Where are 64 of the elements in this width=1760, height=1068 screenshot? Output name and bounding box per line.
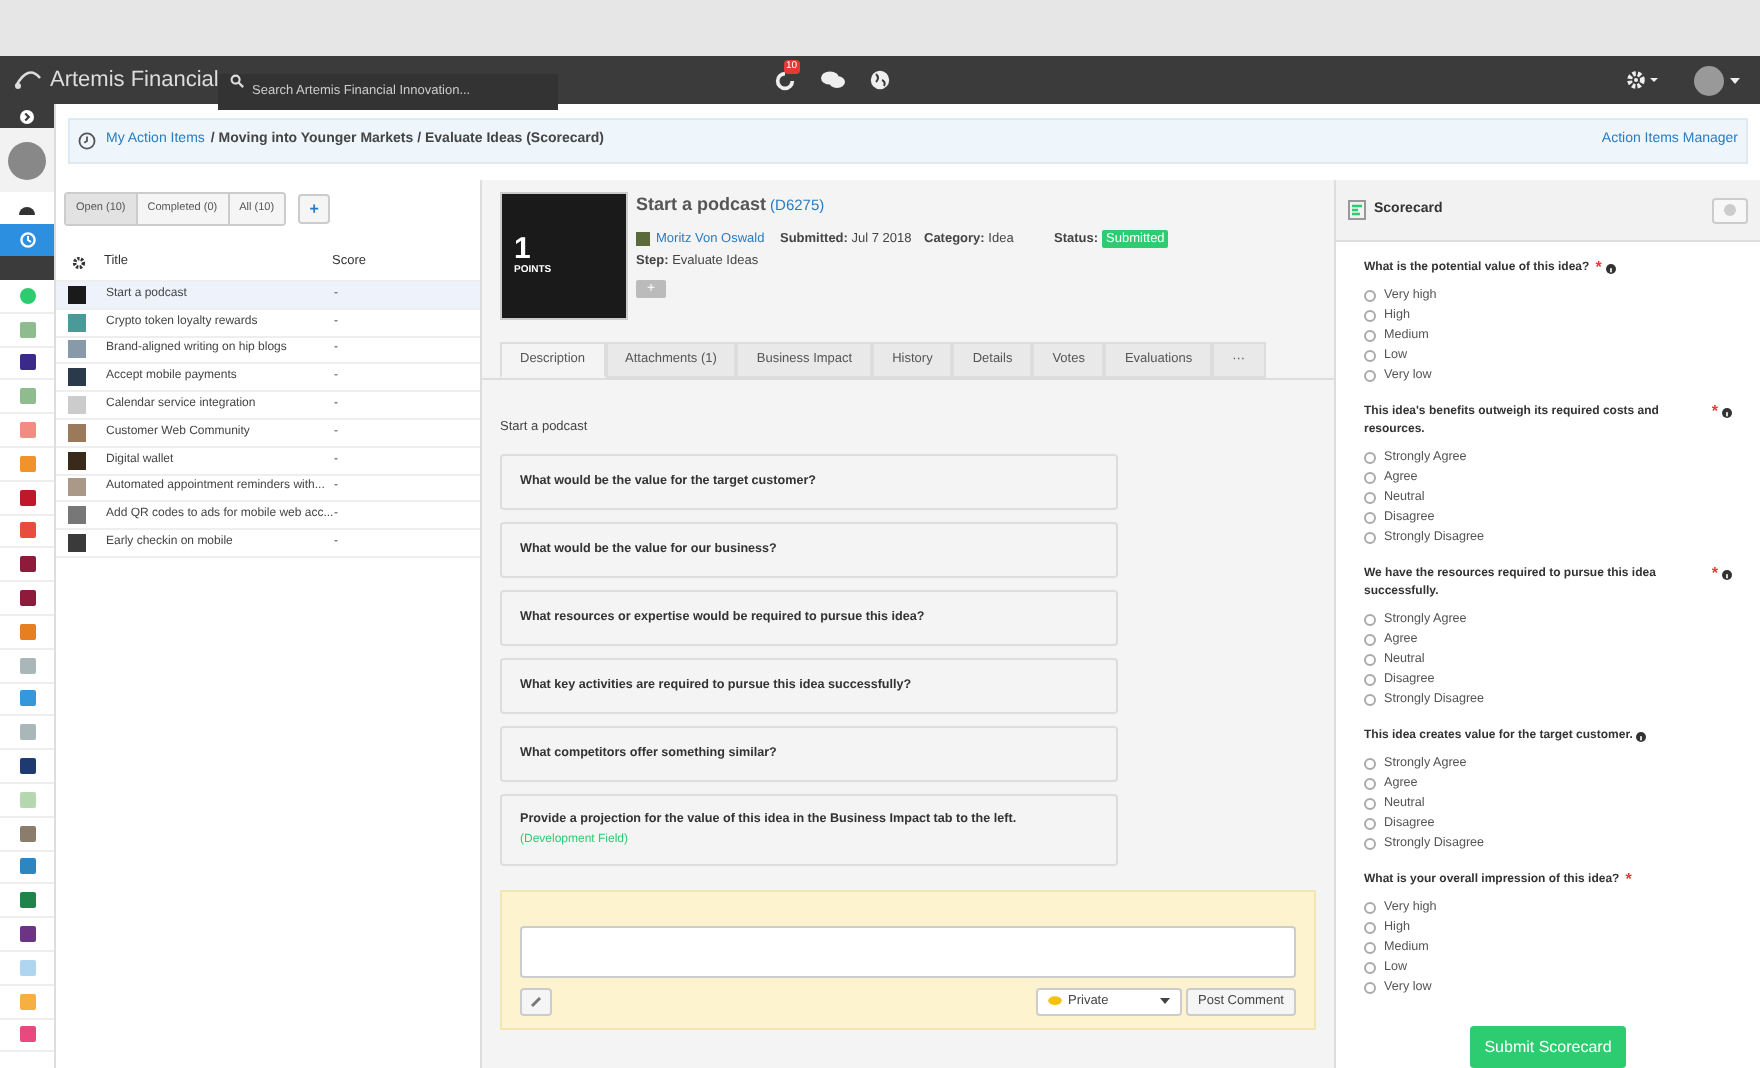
radio-button[interactable] — [1364, 492, 1376, 504]
refresh-icon[interactable] — [774, 69, 796, 91]
app-icon[interactable] — [19, 556, 35, 573]
app-icon[interactable] — [19, 926, 35, 943]
radio-button[interactable] — [1364, 370, 1376, 382]
idea-title: Start a podcast — [636, 192, 767, 218]
required-mark: * — [1711, 566, 1718, 582]
brand-name[interactable]: Artemis Financial — [50, 63, 218, 97]
radio-button[interactable] — [1364, 982, 1376, 994]
clock-icon — [19, 232, 35, 248]
scorecard-icon — [1348, 200, 1366, 220]
radio-button[interactable] — [1364, 614, 1376, 626]
attach-button[interactable] — [520, 987, 552, 1016]
radio-button[interactable] — [1364, 532, 1376, 544]
radio-button[interactable] — [1364, 902, 1376, 914]
author-avatar — [636, 231, 650, 246]
help-button[interactable] — [1712, 197, 1748, 223]
help-icon — [1724, 204, 1736, 216]
radio-button[interactable] — [1364, 310, 1376, 322]
search-icon — [230, 73, 244, 87]
app-icon[interactable] — [19, 590, 35, 607]
radio-button[interactable] — [1364, 330, 1376, 342]
settings-icon[interactable] — [72, 255, 86, 269]
clock-icon — [78, 132, 96, 150]
app-icon[interactable] — [19, 354, 35, 371]
radio-button[interactable] — [1364, 674, 1376, 686]
globe-icon[interactable] — [870, 70, 890, 90]
required-mark: * — [1625, 872, 1632, 888]
radio-button[interactable] — [1364, 654, 1376, 666]
radio-button[interactable] — [1364, 758, 1376, 770]
caret-icon[interactable] — [1730, 77, 1740, 83]
chat-icon[interactable] — [820, 70, 846, 90]
radio-button[interactable] — [1364, 512, 1376, 524]
add-button[interactable]: + — [298, 194, 331, 224]
dashboard-icon — [18, 201, 36, 215]
radio-button[interactable] — [1364, 472, 1376, 484]
required-mark: * — [1595, 260, 1602, 276]
radio-button[interactable] — [1364, 290, 1376, 302]
radio-button[interactable] — [1364, 818, 1376, 830]
speech-bubble-icon — [1048, 996, 1062, 1007]
app-icon[interactable] — [19, 892, 35, 909]
comment-field[interactable] — [520, 925, 1296, 978]
avatar[interactable] — [1694, 65, 1724, 95]
radio-button[interactable] — [1364, 778, 1376, 790]
points-value: 1 — [514, 233, 531, 264]
app-icon[interactable] — [19, 758, 35, 775]
required-mark: * — [1711, 404, 1718, 420]
radio-button[interactable] — [1364, 694, 1376, 706]
chevron-icon[interactable] — [20, 109, 34, 123]
logo-icon — [12, 68, 44, 92]
settings-icon[interactable] — [1626, 70, 1658, 90]
radio-button[interactable] — [1364, 798, 1376, 810]
rail-divider-bar — [0, 256, 54, 280]
radio-button[interactable] — [1364, 350, 1376, 362]
radio-button[interactable] — [1364, 942, 1376, 954]
add-app-icon[interactable] — [19, 287, 35, 304]
radio-button[interactable] — [1364, 838, 1376, 850]
app-icon[interactable] — [19, 489, 35, 506]
avatar[interactable] — [8, 141, 46, 179]
caret-icon — [1160, 998, 1170, 1005]
radio-button[interactable] — [1364, 962, 1376, 974]
radio-button[interactable] — [1364, 922, 1376, 934]
radio-button[interactable] — [1364, 634, 1376, 646]
radio-button[interactable] — [1364, 452, 1376, 464]
